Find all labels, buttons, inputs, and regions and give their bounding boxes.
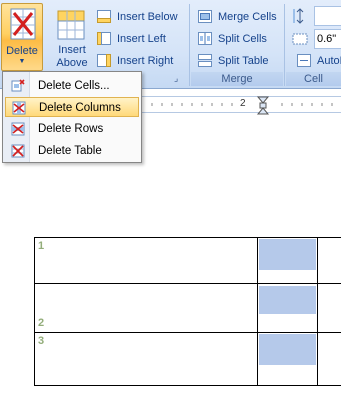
insert-above-button[interactable]: Insert Above [50, 3, 94, 69]
group-separator [189, 4, 190, 86]
row-number: 2 [38, 317, 45, 329]
delete-dropdown-menu: Delete Cells... Delete Columns Delete Ro… [2, 71, 142, 163]
merge-cells-icon [198, 10, 212, 23]
insert-left-icon [97, 32, 111, 45]
insert-below-icon [97, 10, 111, 23]
split-table-icon [198, 54, 212, 67]
table-border [34, 237, 341, 238]
table-border [34, 332, 341, 333]
autofit-button[interactable]: AutoFit [297, 51, 341, 71]
insert-left-button[interactable]: Insert Left [97, 29, 166, 49]
ruler-number: 2 [240, 98, 246, 109]
table-border [34, 283, 341, 284]
insert-below-button[interactable]: Insert Below [97, 7, 178, 27]
chevron-down-icon[interactable]: ▼ [2, 58, 42, 65]
insert-above-icon [57, 10, 85, 40]
insert-right-icon [97, 54, 111, 67]
row-height-icon [293, 8, 304, 24]
horizontal-ruler[interactable]: 2 [142, 95, 341, 116]
cell-group-label: Cell [286, 72, 341, 86]
dialog-launcher-icon[interactable]: ⌟ [174, 73, 178, 84]
selected-cell [259, 239, 316, 270]
split-cells-button[interactable]: Split Cells [198, 29, 267, 49]
merge-group-label: Merge [191, 72, 283, 86]
delete-table-icon [10, 8, 36, 40]
table-border [34, 385, 341, 386]
autofit-icon [297, 54, 311, 67]
height-input[interactable]: 0.6" [314, 29, 341, 49]
row-number: 1 [38, 240, 45, 252]
menu-item-delete-table[interactable]: Delete Table [5, 141, 139, 161]
table-border [257, 237, 258, 386]
menu-item-delete-rows[interactable]: Delete Rows [5, 119, 139, 139]
group-separator [284, 4, 285, 86]
delete-cells-icon [11, 79, 25, 92]
delete-button[interactable]: Delete ▼ [1, 3, 43, 71]
merge-cells-button[interactable]: Merge Cells [198, 7, 277, 27]
insert-above-label: Insert Above [56, 44, 88, 69]
delete-table-icon [11, 144, 25, 158]
split-table-button[interactable]: Split Table [198, 51, 269, 71]
table-border [317, 237, 318, 386]
delete-rows-icon [11, 122, 25, 136]
menu-item-delete-cells[interactable]: Delete Cells... [5, 76, 139, 96]
split-cells-icon [198, 32, 212, 45]
column-marker-icon[interactable] [256, 95, 270, 116]
height-input-top[interactable] [314, 6, 341, 26]
insert-right-button[interactable]: Insert Right [97, 51, 173, 71]
selected-cell [259, 334, 316, 365]
selected-cell [259, 286, 316, 314]
table-border [34, 237, 35, 386]
menu-item-delete-columns[interactable]: Delete Columns [5, 97, 139, 117]
delete-columns-icon [12, 101, 26, 115]
row-number: 3 [38, 335, 45, 347]
column-width-icon [292, 33, 308, 45]
delete-button-label: Delete [6, 45, 38, 57]
